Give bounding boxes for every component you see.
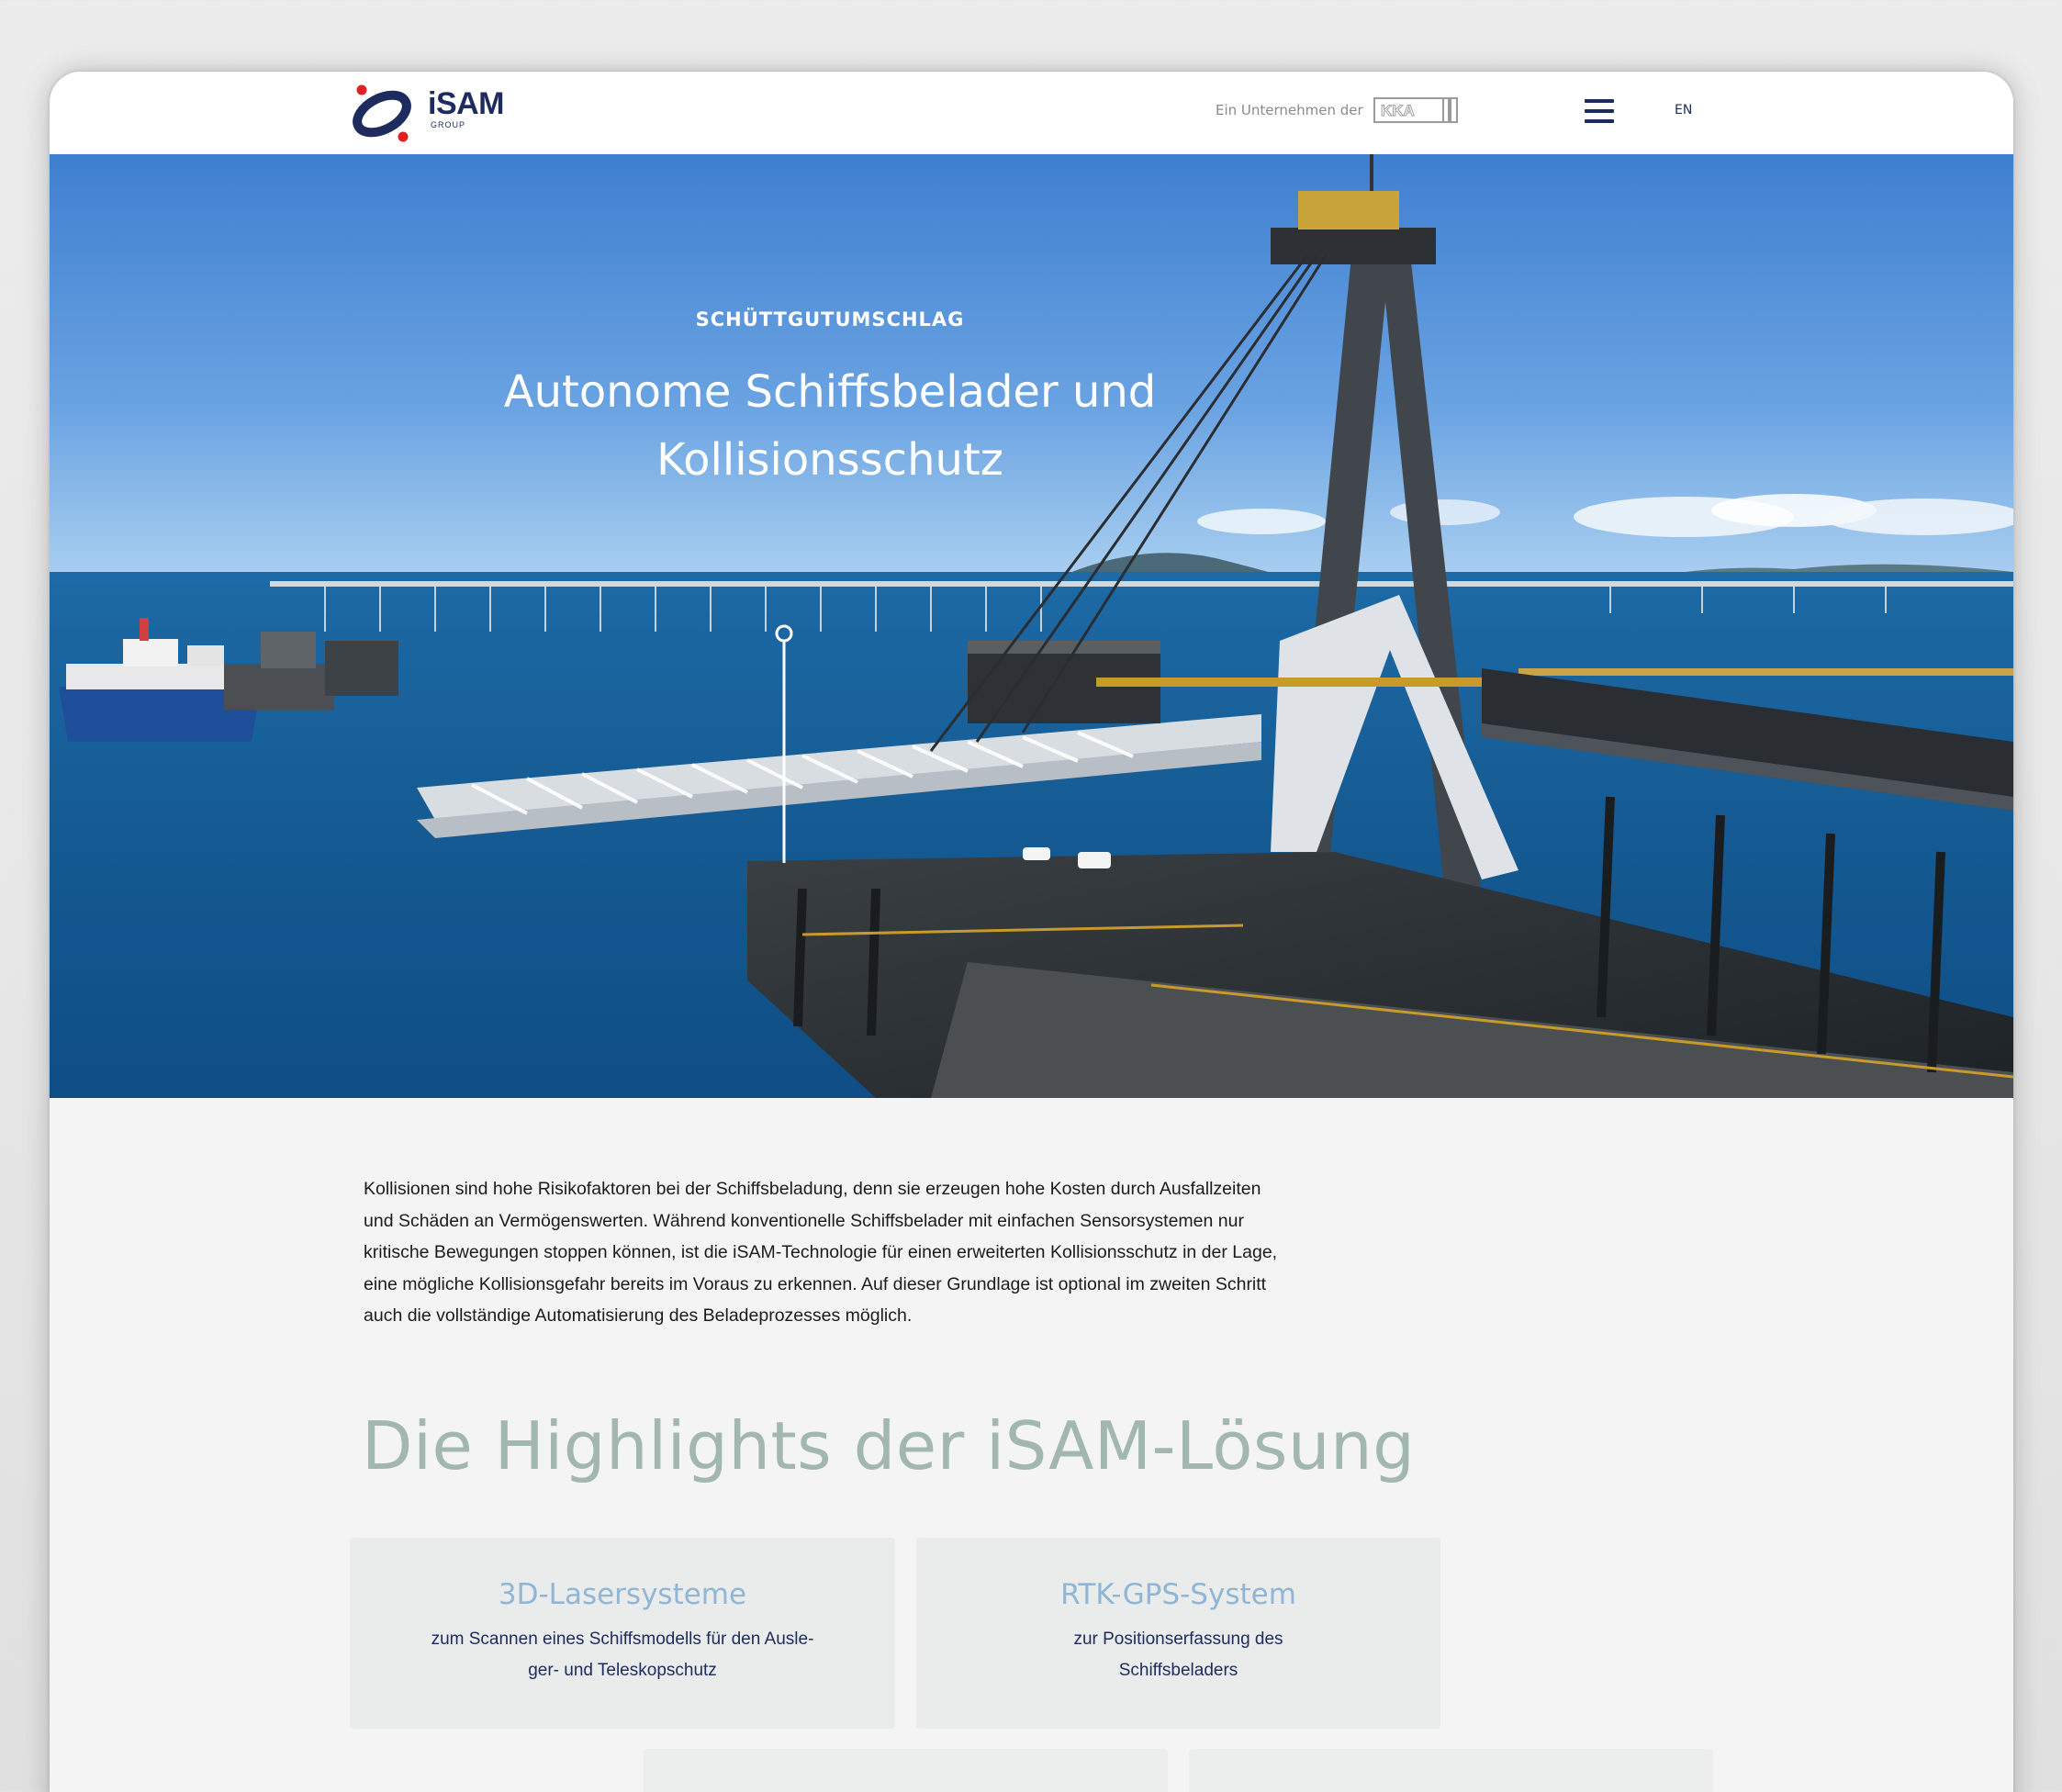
highlights-title: Die Highlights der iSAM-Lösung [362,1407,1416,1484]
browser-viewport: iSAM GROUP Ein Unternehmen der KKA EN SC… [50,72,2013,1792]
hamburger-menu-icon[interactable] [1585,99,1614,123]
hero-kicker: SCHÜTTGUTUMSCHLAG [695,308,965,330]
highlight-card-desc: zur Positionserfassung des Schiffsbelade… [958,1624,1399,1686]
intro-line-4: eine mögliche Kollisionsgefahr bereits i… [364,1273,1267,1294]
brand-name[interactable]: iSAM [428,86,505,122]
highlight-card-lasersysteme[interactable]: 3D-Lasersysteme zum Scannen eines Schiff… [350,1538,895,1729]
language-switch-en[interactable]: EN [1675,103,1692,118]
kka-logo[interactable]: KKA [1373,97,1458,123]
site-header: iSAM GROUP Ein Unternehmen der KKA EN [50,72,2013,154]
hero-title-line-1: Autonome Schiffsbelader und [503,366,1157,418]
highlight-card-partial[interactable] [644,1749,1168,1792]
highlight-card-title: 3D-Lasersysteme [498,1578,747,1611]
hero-image-ship-loader [50,154,2013,1098]
kka-logo-text: KKA [1381,102,1415,119]
hero-title-line-2: Kollisionsschutz [656,434,1003,486]
highlight-card-rtk-gps[interactable]: RTK-GPS-System zur Positionserfassung de… [916,1538,1440,1729]
highlight-card-desc-line-2: ger- und Teleskopschutz [528,1661,717,1680]
highlight-card-desc-line-1: zum Scannen eines Schiffsmodells für den… [431,1630,814,1649]
scroll-indicator-icon[interactable] [769,624,799,863]
highlight-card-desc-line-1: zur Positionserfassung des [1073,1630,1283,1649]
parent-company-text: Ein Unternehmen der [1216,102,1363,118]
brand-subtitle: GROUP [431,120,466,129]
hero-title: Autonome Schiffsbelader und Kollisionssc… [417,358,1243,494]
intro-line-2: und Schäden an Vermögenswerten. Während … [364,1210,1244,1231]
intro-paragraph: Kollisionen sind hohe Risikofaktoren bei… [364,1173,1364,1332]
highlight-card-title: RTK-GPS-System [1060,1578,1296,1611]
highlight-card-desc-line-2: Schiffsbeladers [1118,1661,1238,1680]
intro-line-1: Kollisionen sind hohe Risikofaktoren bei… [364,1179,1261,1199]
intro-line-3: kritische Bewegungen stoppen können, ist… [364,1242,1278,1262]
highlight-card-partial[interactable] [1189,1749,1713,1792]
highlight-card-desc: zum Scannen eines Schiffsmodells für den… [402,1624,843,1686]
intro-line-5: auch die vollständige Automatisierung de… [364,1305,913,1326]
hero-section: SCHÜTTGUTUMSCHLAG Autonome Schiffsbelade… [50,154,2013,1098]
